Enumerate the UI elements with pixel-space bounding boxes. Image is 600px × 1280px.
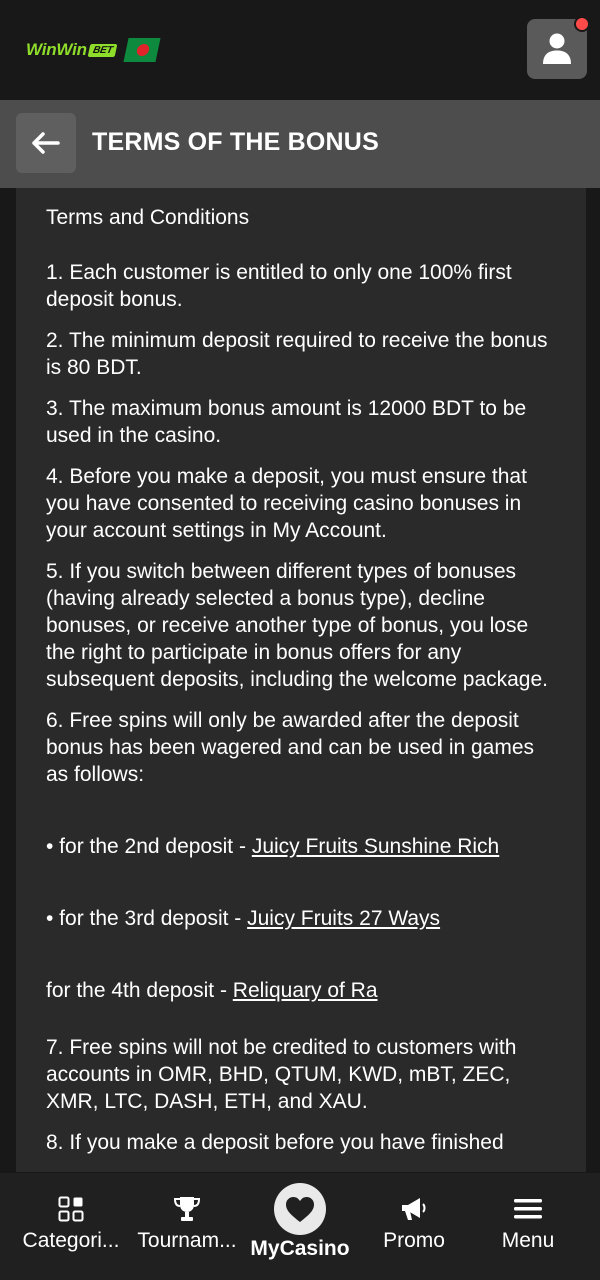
- user-account-button[interactable]: [527, 16, 590, 79]
- nav-mycasino-label: MyCasino: [250, 1237, 350, 1260]
- terms-item-6: 6. Free spins will only be awarded after…: [46, 709, 535, 786]
- terms-heading: Terms and Conditions: [46, 206, 250, 229]
- nav-tournaments[interactable]: Tournam...: [128, 1173, 246, 1280]
- game-link-reliquary-of-ra[interactable]: Reliquary of Ra: [233, 979, 378, 1002]
- nav-promo[interactable]: Promo: [360, 1173, 468, 1280]
- terms-item-4: 4. Before you make a deposit, you must e…: [46, 465, 527, 542]
- heart-icon: [286, 1196, 314, 1222]
- nav-promo-label: Promo: [383, 1229, 445, 1252]
- nav-menu-label: Menu: [501, 1229, 555, 1252]
- game-link-juicy-fruits-27-ways[interactable]: Juicy Fruits 27 Ways: [247, 907, 440, 930]
- game-list-item-2nd: • for the 2nd deposit - Juicy Fruits Sun…: [46, 835, 500, 858]
- top-bar: WinWin BET: [0, 0, 600, 100]
- terms-item-2: 2. The minimum deposit required to recei…: [46, 329, 548, 379]
- logo-text: WinWin BET: [26, 40, 118, 60]
- nav-categories-label: Categori...: [22, 1229, 120, 1252]
- brand-logo[interactable]: WinWin BET: [26, 38, 161, 62]
- bottom-navigation: Categori... Tournam... MyCasino Promo Me…: [0, 1173, 600, 1280]
- nav-tournaments-label: Tournam...: [137, 1229, 237, 1252]
- terms-item-8: 8. If you make a deposit before you have…: [46, 1131, 504, 1154]
- user-icon: [543, 33, 571, 64]
- game-list-item-3rd: • for the 3rd deposit - Juicy Fruits 27 …: [46, 907, 441, 930]
- nav-categories[interactable]: Categori...: [14, 1173, 128, 1280]
- terms-item-3: 3. The maximum bonus amount is 12000 BDT…: [46, 397, 527, 447]
- bangladesh-flag-icon[interactable]: [123, 38, 161, 62]
- page-header: TERMS OF THE BONUS: [0, 100, 600, 188]
- terms-item-5: 5. If you switch between different types…: [46, 560, 548, 691]
- logo-badge: BET: [87, 43, 118, 57]
- grid-icon: [58, 1196, 84, 1222]
- arrow-left-icon: [32, 132, 60, 154]
- notification-dot: [574, 16, 590, 32]
- terms-content[interactable]: Terms and Conditions 1. Each customer is…: [16, 188, 586, 1172]
- trophy-icon: [173, 1197, 201, 1221]
- nav-menu[interactable]: Menu: [474, 1173, 582, 1280]
- hamburger-icon: [514, 1199, 542, 1219]
- terms-item-7: 7. Free spins will not be credited to cu…: [46, 1036, 517, 1113]
- mycasino-circle: [274, 1183, 326, 1235]
- game-list-item-4th: for the 4th deposit - Reliquary of Ra: [46, 979, 378, 1002]
- page-title: TERMS OF THE BONUS: [92, 128, 379, 156]
- game-link-juicy-fruits-sunshine-rich[interactable]: Juicy Fruits Sunshine Rich: [252, 835, 499, 858]
- back-button[interactable]: [16, 113, 76, 173]
- nav-mycasino[interactable]: MyCasino: [246, 1173, 354, 1280]
- megaphone-icon: [402, 1198, 426, 1220]
- terms-item-1: 1. Each customer is entitled to only one…: [46, 261, 512, 311]
